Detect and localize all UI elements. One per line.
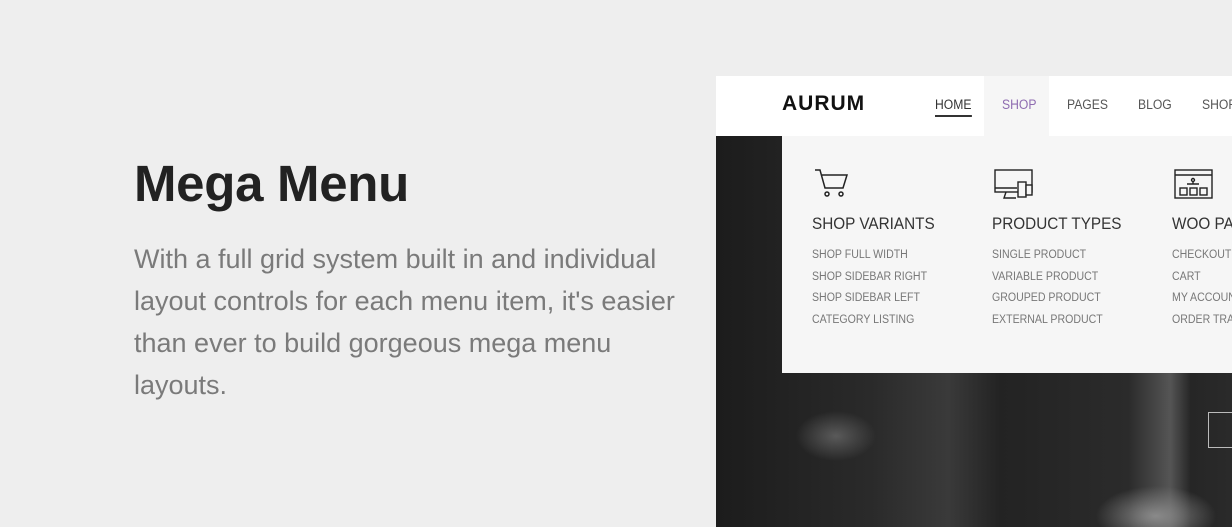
column-title: PRODUCT TYPES — [992, 214, 1122, 233]
menu-item[interactable]: SHOP SIDEBAR RIGHT — [812, 271, 927, 293]
menu-item[interactable]: SHOP SIDEBAR LEFT — [812, 292, 927, 314]
nav-home-label: HOME — [935, 97, 972, 117]
menu-item[interactable]: SHOP FULL WIDTH — [812, 249, 927, 271]
devices-icon — [994, 169, 1033, 199]
logo[interactable]: AURUM — [782, 92, 865, 116]
menu-item[interactable]: MY ACCOUNT — [1172, 292, 1232, 314]
column-title: WOO PAG — [1172, 214, 1232, 233]
nav-home[interactable]: HOME — [935, 76, 972, 136]
nav-shop[interactable]: SHOP — [1002, 76, 1036, 136]
nav-shortcodes[interactable]: SHOR — [1202, 76, 1232, 136]
column-title: SHOP VARIANTS — [812, 214, 935, 233]
menu-item[interactable]: CART — [1172, 271, 1232, 293]
menu-item[interactable]: EXTERNAL PRODUCT — [992, 314, 1103, 336]
hero-button[interactable] — [1208, 412, 1232, 448]
site-preview: AURUM HOME SHOP PAGES BLOG SHOR SHOP VAR… — [716, 76, 1232, 527]
nav-blog[interactable]: BLOG — [1138, 76, 1172, 136]
description: With a full grid system built in and ind… — [134, 244, 675, 400]
mega-menu-dropdown: SHOP VARIANTS SHOP FULL WIDTH SHOP SIDEB… — [782, 136, 1232, 373]
menu-item[interactable]: VARIABLE PRODUCT — [992, 271, 1103, 293]
menu-item[interactable]: CHECKOUT — [1172, 249, 1232, 271]
menu-item[interactable]: ORDER TRAC — [1172, 314, 1232, 336]
cart-icon — [815, 169, 849, 197]
sitemap-window-icon — [1174, 169, 1213, 199]
menu-item[interactable]: GROUPED PRODUCT — [992, 292, 1103, 314]
nav-pages[interactable]: PAGES — [1067, 76, 1108, 136]
page-title: Mega Menu — [134, 155, 409, 212]
menu-item[interactable]: SINGLE PRODUCT — [992, 249, 1103, 271]
menu-item[interactable]: CATEGORY LISTING — [812, 314, 927, 336]
site-header: AURUM HOME SHOP PAGES BLOG SHOR — [716, 76, 1232, 136]
